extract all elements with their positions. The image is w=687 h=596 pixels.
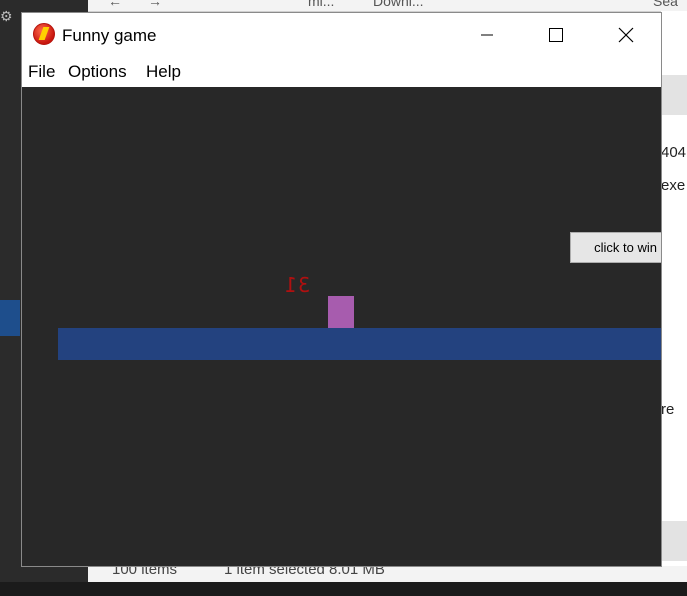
- file-fragment: 404: [661, 144, 687, 161]
- player-block: [328, 296, 354, 328]
- address-part: Downl...: [373, 0, 424, 9]
- back-arrow-icon: ←: [108, 0, 122, 9]
- game-canvas[interactable]: 31 click to win: [22, 87, 661, 566]
- menu-bar: File Options Help: [22, 57, 661, 87]
- gear-icon: ⚙: [0, 8, 13, 24]
- platform: [58, 328, 661, 360]
- status-selection: 1 item selected 8.01 MB: [224, 566, 385, 578]
- search-placeholder: Sea: [653, 0, 678, 9]
- sidebar-selection-accent: [0, 300, 20, 336]
- title-bar[interactable]: Funny game: [22, 13, 661, 57]
- click-to-win-button[interactable]: click to win: [570, 232, 661, 263]
- address-part: mi...: [308, 0, 335, 9]
- minimize-button[interactable]: [464, 13, 510, 57]
- file-fragment: exe: [661, 177, 686, 194]
- score-display: 31: [284, 273, 311, 297]
- taskbar: [0, 582, 687, 596]
- maximize-button[interactable]: [533, 13, 579, 57]
- background-status-bar: 100 items 1 item selected 8.01 MB: [88, 566, 687, 582]
- menu-help[interactable]: Help: [146, 62, 181, 82]
- background-header-band: [661, 75, 687, 115]
- background-file-list-edge: 404 exe re: [661, 11, 687, 571]
- flash-icon: [33, 23, 55, 45]
- file-fragment: re: [661, 401, 675, 418]
- background-address-bar: ← → mi... Downl... Sea: [88, 0, 687, 12]
- minimize-icon: [481, 34, 493, 36]
- background-footer-band: [661, 521, 687, 561]
- menu-options[interactable]: Options: [68, 62, 127, 82]
- maximize-icon: [549, 28, 563, 42]
- menu-file[interactable]: File: [28, 62, 55, 82]
- background-sidebar: ⚙: [0, 0, 20, 596]
- close-button[interactable]: [603, 13, 649, 57]
- window-title: Funny game: [62, 26, 157, 45]
- game-window: Funny game File Options Help 31 click to…: [21, 12, 662, 567]
- forward-arrow-icon: →: [148, 0, 162, 9]
- status-item-count: 100 items: [112, 566, 178, 578]
- close-icon: [618, 27, 634, 43]
